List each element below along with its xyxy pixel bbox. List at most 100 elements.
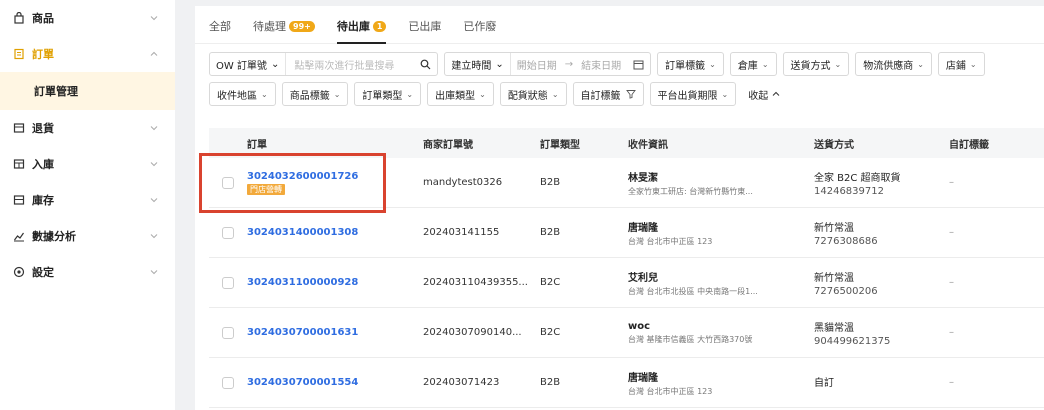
filter-label: 自訂標籤 [580,90,621,102]
sidebar-item-settings[interactable]: 設定 [0,254,175,290]
sidebar-item-analytics[interactable]: 數據分析 [0,218,175,254]
count-badge: 1 [372,20,387,32]
logistics-provider-filter[interactable]: 物流供應商 ⌄ [855,52,932,76]
calendar-icon[interactable] [627,59,650,70]
tab-label: 全部 [209,20,231,33]
order-type: B2C [540,277,561,288]
search-icon[interactable] [414,59,437,70]
shipping-method-filter[interactable]: 送貨方式 ⌄ [782,52,850,76]
filter-label: 收件地區 [217,90,257,102]
chevron-down-icon: ⌄ [479,89,486,99]
tab-label: 待處理 [253,20,286,33]
merchant-order-no: 202403110439355... [423,277,528,288]
tab-pending[interactable]: 待處理 99+ [253,18,315,43]
sidebar-item-products[interactable]: 商品 [0,0,175,36]
custom-tag: – [949,277,954,288]
recipient-address: 台灣 台北市中正區 123 [628,236,713,246]
order-id-link[interactable]: 3024031100000928 [247,277,423,288]
column-header: 自訂標籤 [949,139,989,151]
search-type-select[interactable]: OW 訂單號 ⌄ [210,53,287,75]
store-filter[interactable]: 店鋪 ⌄ [937,52,985,76]
sidebar-item-label: 退貨 [32,122,54,135]
date-type-select[interactable]: 建立時間 ⌄ [445,53,511,75]
search-input[interactable]: 點擊兩次進行批量搜尋 [286,57,414,72]
order-type: B2B [540,177,561,188]
shipping-method: 新竹常溫 [814,222,854,234]
recipient-region-filter[interactable]: 收件地區 ⌄ [209,82,276,106]
order-id-link[interactable]: 3024030700001554 [247,377,423,388]
custom-tag: – [949,227,954,238]
warehouse-filter[interactable]: 倉庫 ⌄ [729,52,777,76]
order-icon [12,47,26,61]
chevron-down-icon: ⌄ [406,89,414,99]
platform-deadline-filter[interactable]: 平台出貨期限 ⌄ [649,82,737,106]
sidebar-item-returns[interactable]: 退貨 [0,110,175,146]
chevron-down-icon [149,195,159,205]
tab-all[interactable]: 全部 [209,18,231,43]
table-row[interactable]: 3024030700001554 202403071423 B2B 唐瑞隆 台灣 … [209,358,1044,408]
order-id-link[interactable]: 3024030700001631 [247,327,423,338]
column-header: 訂單 [247,139,267,151]
recipient-name: woc [628,320,651,332]
column-header: 收件資訊 [628,139,668,151]
row-checkbox[interactable] [222,376,234,389]
collapse-filters-button[interactable]: 收起 [748,87,780,102]
column-header: 送貨方式 [814,139,854,151]
chart-icon [12,229,26,243]
bag-icon [12,11,26,25]
table-row[interactable]: 3024031100000928 202403110439355... B2C … [209,258,1044,308]
recipient-name: 艾利兒 [628,272,658,284]
tab-label: 已出庫 [408,20,442,33]
row-checkbox[interactable] [222,276,234,289]
table-row[interactable]: 3024031400001308 202403141155 B2B 唐瑞隆 台灣 … [209,208,1044,258]
chevron-down-icon: ⌄ [761,59,769,69]
column-header: 商家訂單號 [423,139,473,151]
tab-awaiting-outbound[interactable]: 待出庫 1 [336,18,387,44]
outbound-type-filter[interactable]: 出庫類型 ⌄ [427,82,494,106]
merchant-order-no: 20240307090140... [423,327,522,338]
order-id-link[interactable]: 3024032600001726 [247,171,423,182]
chevron-down-icon: ⌄ [495,58,504,70]
filter-label: 平台出貨期限 [657,90,718,102]
sidebar-item-inventory[interactable]: 庫存 [0,182,175,218]
sidebar-item-label: 入庫 [32,158,54,171]
product-tag-filter[interactable]: 商品標籤 ⌄ [281,82,349,106]
sidebar-item-orders[interactable]: 訂單 [0,36,175,72]
allocation-status-filter[interactable]: 配貨狀態 ⌄ [499,82,567,106]
tracking-number: 7276500206 [814,285,878,297]
recipient-address: 台灣 基隆市信義區 大竹西路370號 [628,334,753,344]
filter-label: 送貨方式 [790,60,831,72]
chevron-up-icon [772,90,780,98]
sidebar-subitem-order-management[interactable]: 訂單管理 [0,72,175,110]
tab-voided[interactable]: 已作廢 [463,18,496,43]
start-date-input[interactable]: 開始日期 [511,57,563,72]
funnel-icon [625,89,636,99]
custom-tag-filter[interactable]: 自訂標籤 [572,82,644,106]
order-type: B2B [540,377,561,388]
end-date-input[interactable]: 結束日期 [575,57,627,72]
row-checkbox[interactable] [222,326,234,339]
order-tag-badge: 門店營轉 [247,183,285,195]
order-search: OW 訂單號 ⌄ 點擊兩次進行批量搜尋 [209,52,439,76]
table-row[interactable]: 3024030700001631 20240307090140... B2C w… [209,308,1044,358]
order-type-filter[interactable]: 訂單類型 ⌄ [354,82,422,106]
tab-shipped[interactable]: 已出庫 [408,18,441,43]
filter-label: 店鋪 [945,60,966,72]
shipping-method: 新竹常溫 [814,272,854,284]
table-row[interactable]: 3024032600001726 門店營轉 mandytest0326 B2B 林… [209,158,1044,208]
merchant-order-no: 202403141155 [423,227,500,238]
chevron-down-icon: ⌄ [270,58,280,70]
filter-label: 商品標籤 [289,90,330,102]
sidebar-item-label: 數據分析 [32,230,76,243]
sidebar-item-inbound[interactable]: 入庫 [0,146,175,182]
order-id-link[interactable]: 3024031400001308 [247,227,423,238]
row-checkbox[interactable] [222,176,234,189]
filter-label: 出庫類型 [435,90,476,102]
select-value: OW 訂單號 [216,60,267,72]
filter-label: 訂單類型 [362,90,403,102]
custom-tag: – [949,377,954,388]
filter-label: 物流供應商 [863,60,914,72]
row-checkbox[interactable] [222,226,234,239]
order-tag-filter[interactable]: 訂單標籤 ⌄ [657,52,724,76]
sidebar-item-label: 訂單 [32,48,54,61]
